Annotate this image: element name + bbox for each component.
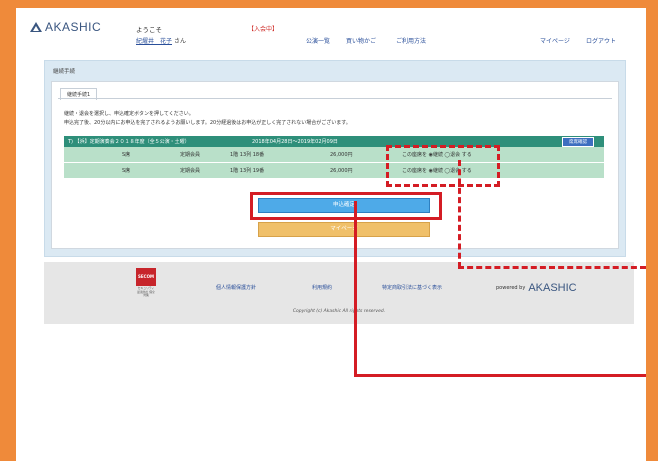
seat-confirm-button[interactable]: 席席確認 [562,137,594,147]
table-row: S席 定期会員 1階 13列 19番 26,000円 この座席を ◉継続 ◯退会… [64,163,604,179]
renewal-panel: 継続手続 継続手続1 継続・退会を選択し、申込確定ボタンを押してください。 申込… [44,60,626,257]
table-row: S席 定期会員 1階 13列 18番 26,000円 この座席を ◉継続 ◯退会… [64,147,604,163]
nav-cart[interactable]: 買い物かご [346,36,376,45]
choice-highlight [386,145,500,187]
footer-link-commerce-law[interactable]: 特定商取引法に基づく表示 [382,284,442,291]
nav-logout[interactable]: ログアウト [586,36,616,45]
instruction-line-1: 継続・退会を選択し、申込確定ボタンを押してください。 [64,111,194,117]
member-type: 定期会員 [180,168,201,174]
callout-line-vertical [354,201,357,377]
user-name-link[interactable]: 紀燿井 花子 [136,38,172,45]
submit-highlight [250,192,442,220]
footer-link-terms[interactable]: 利用規約 [312,284,332,291]
member-status: 【入会中】 [248,26,279,33]
seat-price: 26,000円 [330,168,353,174]
footer-link-privacy[interactable]: 個人情報保護方針 [216,284,256,291]
callout-dash-horizontal [458,266,646,269]
seat-location: 1階 13列 19番 [230,168,265,174]
subscription-period: 2018年04月28日～2019年02月09日 [252,139,338,145]
nav-usage-guide[interactable]: ご利用方法 [396,36,426,45]
nav-performance-list[interactable]: 公演一覧 [306,36,330,45]
seat-location: 1階 13列 18番 [230,152,265,158]
user-suffix: さん [173,38,186,45]
tab-divider [58,98,612,99]
akashic-logo-icon [30,22,42,32]
secom-caption: セキュリティ 最適化の 保全対策 [137,286,155,297]
akashic-logo[interactable]: AKASHIC [30,20,101,34]
site-footer: SECOM セキュリティ 最適化の 保全対策 個人情報保護方針 利用規約 特定商… [44,262,634,324]
subscription-name: T) 【浜】定期演奏会２０１８年度（全５公演・土曜） [68,139,190,145]
page-frame: AKASHIC ようこそ 紀燿井 花子 さん 【入会中】 公演一覧 買い物かご … [16,8,646,461]
nav-mypage[interactable]: マイページ [540,36,570,45]
footer-brand-logo[interactable]: AKASHIC [528,282,576,294]
seat-grade: S席 [122,168,131,174]
welcome-text: ようこそ [136,26,162,34]
powered-by: powered by AKASHIC [496,282,577,294]
member-type: 定期会員 [180,152,201,158]
callout-dash-vertical [458,160,461,268]
seat-price: 26,000円 [330,152,353,158]
secom-badge-icon[interactable]: SECOM [136,268,156,286]
callout-line-horizontal [354,374,646,377]
copyright-text: Copyright (c) Akashic All rights reserve… [292,309,386,314]
logo-text: AKASHIC [45,20,102,34]
mypage-button[interactable]: マイページ [258,222,430,237]
instruction-line-2: 申込完了後、20分以内にお申込を完了されるようお願いします。20分経過後はお申込… [64,120,351,126]
seat-grade: S席 [122,152,131,158]
subscription-table: T) 【浜】定期演奏会２０１８年度（全５公演・土曜） 2018年04月28日～2… [64,136,604,182]
renewal-form: 継続手続1 継続・退会を選択し、申込確定ボタンを押してください。 申込完了後、2… [51,81,619,249]
user-name: 紀燿井 花子 さん [136,36,186,45]
table-header-row: T) 【浜】定期演奏会２０１８年度（全５公演・土曜） 2018年04月28日～2… [64,136,604,147]
powered-by-label: powered by [496,285,526,291]
panel-title: 継続手続 [53,69,76,75]
